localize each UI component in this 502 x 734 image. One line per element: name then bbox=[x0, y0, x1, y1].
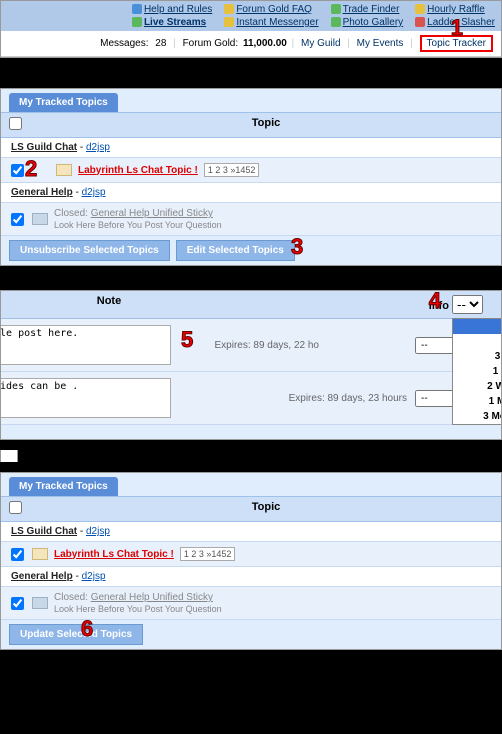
note-textarea[interactable] bbox=[0, 325, 171, 365]
envelope-closed-icon bbox=[32, 213, 48, 225]
dd-option[interactable]: 2 Weeks bbox=[453, 379, 502, 394]
live-streams-link[interactable]: Live Streams bbox=[132, 17, 212, 28]
category-link[interactable]: d2jsp bbox=[82, 571, 106, 582]
row-checkbox[interactable] bbox=[11, 597, 24, 610]
row-checkbox[interactable] bbox=[11, 548, 24, 561]
topic-header: Topic bbox=[39, 117, 493, 133]
header-panel: Help and Rules Live Streams Forum Gold F… bbox=[0, 0, 502, 58]
envelope-closed-icon bbox=[32, 597, 48, 609]
trade-finder-link[interactable]: Trade Finder bbox=[331, 4, 404, 15]
dd-option[interactable]: 3 Months bbox=[453, 409, 502, 424]
im-link[interactable]: Instant Messenger bbox=[224, 17, 318, 28]
ladder-icon bbox=[415, 17, 425, 27]
gold-faq-link[interactable]: Forum Gold FAQ bbox=[224, 4, 318, 15]
duration-dropdown-open[interactable]: -- 1 Day 3 Days 1 Week 2 Weeks 1 Month 3… bbox=[452, 318, 502, 425]
stream-icon bbox=[132, 17, 142, 27]
row-checkbox[interactable] bbox=[11, 213, 24, 226]
photo-icon bbox=[331, 17, 341, 27]
category-link[interactable]: d2jsp bbox=[86, 142, 110, 153]
tracked-topics-panel-2: My Tracked Topics Topic LS Guild Chat - … bbox=[0, 472, 502, 650]
category-name[interactable]: LS Guild Chat bbox=[11, 526, 77, 537]
unsubscribe-button[interactable]: Unsubscribe Selected Topics bbox=[9, 240, 170, 261]
im-icon bbox=[224, 17, 234, 27]
dd-option[interactable]: 3 Days bbox=[453, 349, 502, 364]
ladder-link[interactable]: Ladder Slasher bbox=[415, 17, 495, 28]
topic-header: Topic bbox=[39, 501, 493, 517]
update-button[interactable]: Update Selected Topics bbox=[9, 624, 143, 645]
help-icon bbox=[132, 4, 142, 14]
dd-option[interactable]: 1 Month bbox=[453, 394, 502, 409]
edit-button[interactable]: Edit Selected Topics bbox=[176, 240, 295, 261]
category-link[interactable]: d2jsp bbox=[82, 187, 106, 198]
dd-option[interactable]: -- bbox=[453, 319, 502, 334]
expires-text: Expires: 89 days, 22 ho bbox=[214, 340, 319, 351]
photo-gallery-link[interactable]: Photo Gallery bbox=[331, 17, 404, 28]
closed-prefix: Closed: bbox=[54, 592, 88, 603]
trade-icon bbox=[331, 4, 341, 14]
closed-prefix: Closed: bbox=[54, 208, 88, 219]
my-events-link[interactable]: My Events bbox=[357, 38, 404, 49]
row-checkbox[interactable] bbox=[11, 164, 24, 177]
topic-row: Labyrinth Ls Chat Topic ! 1 2 3 »1452 bbox=[1, 542, 501, 567]
topic-subtext: Look Here Before You Post Your Question bbox=[54, 604, 222, 614]
tracked-topics-tab[interactable]: My Tracked Topics bbox=[9, 93, 118, 112]
my-guild-link[interactable]: My Guild bbox=[301, 38, 340, 49]
duration-select-header[interactable]: -- bbox=[452, 295, 483, 314]
tracked-topics-tab[interactable]: My Tracked Topics bbox=[9, 477, 118, 496]
select-all-checkbox[interactable] bbox=[9, 501, 22, 514]
marker-2: 2 bbox=[25, 156, 37, 182]
pager[interactable]: 1 2 3 »1452 bbox=[204, 163, 260, 177]
topic-tracker-highlight: Topic Tracker bbox=[420, 35, 493, 52]
select-all-checkbox[interactable] bbox=[9, 117, 22, 130]
gold-value: 11,000.00 bbox=[243, 38, 287, 49]
gold-icon bbox=[224, 4, 234, 14]
dd-option[interactable]: 1 Week bbox=[453, 364, 502, 379]
messages-count: 28 bbox=[155, 38, 166, 49]
help-link[interactable]: Help and Rules bbox=[132, 4, 212, 15]
category-name[interactable]: General Help bbox=[11, 571, 73, 582]
topic-link[interactable]: General Help Unified Sticky bbox=[91, 208, 213, 219]
marker-5: 5 bbox=[181, 327, 193, 353]
tracked-topics-panel: My Tracked Topics Topic LS Guild Chat - … bbox=[0, 88, 502, 266]
raffle-icon bbox=[415, 4, 425, 14]
raffle-link[interactable]: Hourly Raffle bbox=[415, 4, 495, 15]
user-bar: Messages: 28 | Forum Gold: 11,000.00 | M… bbox=[1, 31, 501, 57]
topic-row: Closed: General Help Unified Sticky Look… bbox=[1, 203, 501, 236]
info-header: Info bbox=[429, 300, 449, 312]
topic-link[interactable]: Labyrinth Ls Chat Topic ! bbox=[54, 549, 174, 560]
topic-row: Closed: General Help Unified Sticky Look… bbox=[1, 587, 501, 620]
pager[interactable]: 1 2 3 »1452 bbox=[180, 547, 236, 561]
note-textarea[interactable] bbox=[0, 378, 171, 418]
envelope-icon bbox=[56, 164, 72, 176]
category-name[interactable]: LS Guild Chat bbox=[11, 142, 77, 153]
note-header: Note bbox=[9, 295, 209, 314]
expires-text: Expires: 89 days, 23 hours bbox=[289, 393, 407, 404]
topic-link[interactable]: Labyrinth Ls Chat Topic ! bbox=[78, 165, 198, 176]
envelope-icon bbox=[32, 548, 48, 560]
gold-label: Forum Gold: bbox=[183, 38, 239, 49]
topic-tracker-link[interactable]: Topic Tracker bbox=[427, 38, 486, 49]
topic-link[interactable]: General Help Unified Sticky bbox=[91, 592, 213, 603]
messages-label: Messages: bbox=[100, 38, 148, 49]
category-link[interactable]: d2jsp bbox=[86, 526, 110, 537]
category-name[interactable]: General Help bbox=[11, 187, 73, 198]
topic-row: 2 Labyrinth Ls Chat Topic ! 1 2 3 »1452 bbox=[1, 158, 501, 183]
edit-panel: Note Info -- -- 1 Day 3 Days 1 Week 2 We… bbox=[0, 290, 502, 440]
dd-option[interactable]: 1 Day bbox=[453, 334, 502, 349]
topic-subtext: Look Here Before You Post Your Question bbox=[54, 220, 222, 230]
header-links: Help and Rules Live Streams Forum Gold F… bbox=[1, 1, 501, 31]
